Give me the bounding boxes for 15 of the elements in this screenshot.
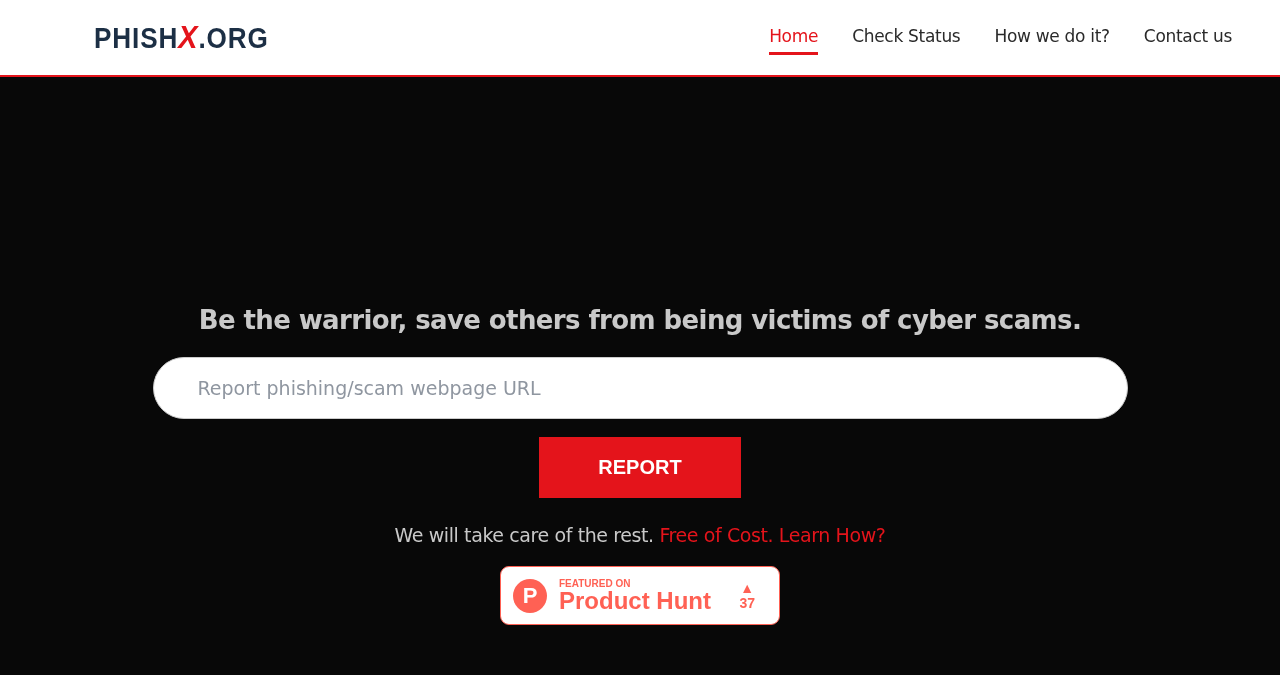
- nav-link[interactable]: How we do it?: [994, 20, 1110, 55]
- note-text: We will take care of the rest.: [394, 524, 654, 546]
- nav-link[interactable]: Home: [769, 20, 819, 55]
- badge-title: Product Hunt: [559, 589, 712, 613]
- hero-heading: Be the warrior, save others from being victims of cyber scams.: [198, 305, 1082, 335]
- upvote-icon: ▲: [740, 580, 755, 595]
- badge-caption: FEATURED ON: [559, 578, 632, 589]
- nav-link[interactable]: Contact us: [1143, 20, 1232, 55]
- report-button[interactable]: REPORT: [539, 437, 741, 498]
- p-logo-icon: P: [513, 578, 547, 613]
- nav-link[interactable]: Check Status: [852, 20, 961, 55]
- vote-count: 37: [739, 594, 755, 611]
- url-input-field[interactable]: Report phishing/scam webpage URL: [152, 357, 1128, 419]
- learn-how-link[interactable]: Free of Cost. Learn How?: [659, 524, 886, 546]
- logo[interactable]: PHISHX.ORG: [94, 19, 269, 56]
